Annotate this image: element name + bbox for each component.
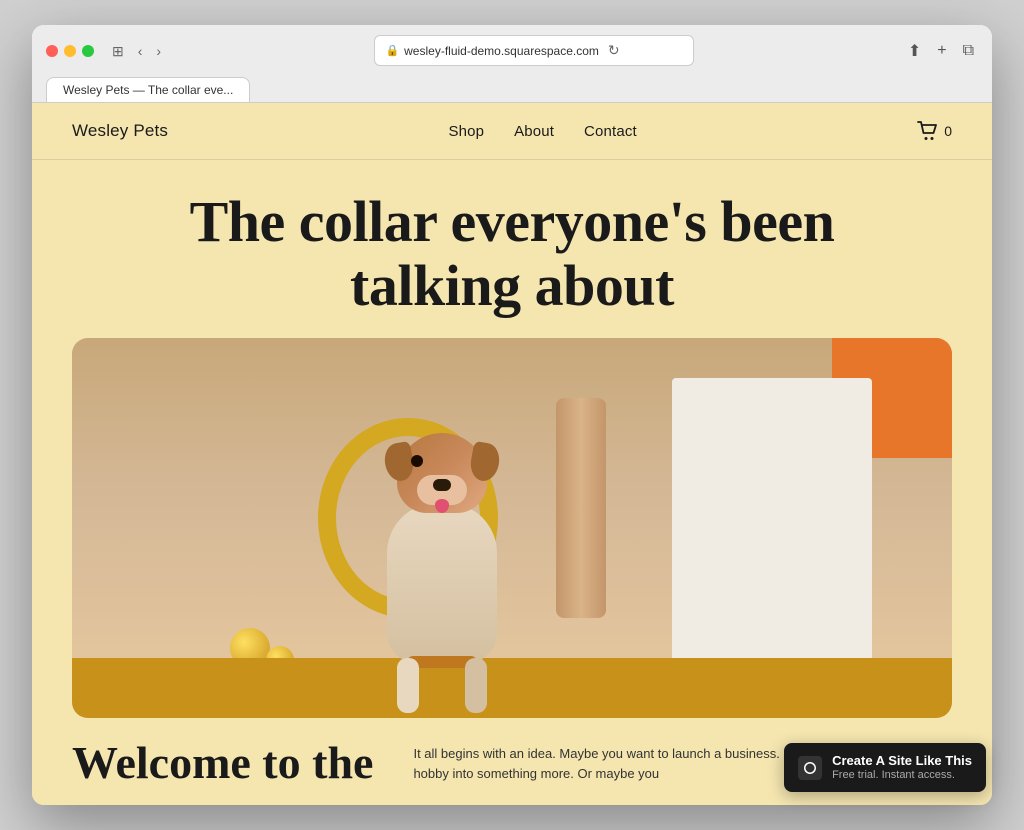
- new-tab-button[interactable]: +: [933, 40, 950, 62]
- hero-title: The collar everyone's been talking about: [72, 190, 952, 318]
- hero-image-scene: [72, 338, 952, 718]
- traffic-lights: [46, 45, 94, 57]
- dog-head: [397, 433, 487, 513]
- site-nav-links: Shop About Contact: [448, 123, 636, 140]
- hero-title-line2: talking about: [350, 253, 674, 318]
- share-button[interactable]: ⬆: [904, 39, 925, 63]
- grid-view-button[interactable]: ⊞: [108, 42, 128, 60]
- address-bar[interactable]: 🔒 wesley-fluid-demo.squarespace.com ↻: [374, 35, 694, 66]
- welcome-line: Welcome to the: [72, 737, 373, 788]
- website-content: Wesley Pets Shop About Contact 0 The col…: [32, 103, 992, 805]
- badge-text: Create A Site Like This Free trial. Inst…: [832, 753, 972, 782]
- forward-button[interactable]: ›: [152, 42, 165, 60]
- hero-image: [72, 338, 952, 718]
- dog-tongue: [435, 499, 449, 513]
- dog-leg-right: [465, 658, 487, 713]
- dog-snout: [417, 475, 467, 505]
- address-bar-wrap: 🔒 wesley-fluid-demo.squarespace.com ↻: [175, 35, 894, 66]
- dog-eye: [411, 455, 423, 467]
- nav-contact[interactable]: Contact: [584, 123, 637, 140]
- nav-about[interactable]: About: [514, 123, 554, 140]
- close-button[interactable]: [46, 45, 58, 57]
- dog-leg-left: [397, 658, 419, 713]
- browser-tab[interactable]: Wesley Pets — The collar eve...: [46, 77, 250, 102]
- dog-body: [387, 503, 497, 663]
- windows-button[interactable]: ⧉: [959, 40, 978, 62]
- floor: [72, 658, 952, 718]
- squarespace-logo: [798, 756, 822, 780]
- squarespace-badge[interactable]: Create A Site Like This Free trial. Inst…: [784, 743, 986, 792]
- browser-actions: ⬆ + ⧉: [904, 39, 978, 63]
- dog: [387, 503, 497, 663]
- reload-button[interactable]: ↻: [604, 40, 624, 61]
- cart-area[interactable]: 0: [917, 121, 952, 141]
- browser-top-bar: ⊞ ‹ › 🔒 wesley-fluid-demo.squarespace.co…: [46, 35, 978, 66]
- lock-icon: 🔒: [385, 44, 399, 57]
- maximize-button[interactable]: [82, 45, 94, 57]
- badge-sub-text: Free trial. Instant access.: [832, 769, 972, 782]
- hero-section: The collar everyone's been talking about: [32, 160, 992, 338]
- welcome-text: Welcome to the: [72, 738, 373, 795]
- cart-count: 0: [944, 123, 952, 139]
- browser-chrome: ⊞ ‹ › 🔒 wesley-fluid-demo.squarespace.co…: [32, 25, 992, 103]
- cart-icon: [917, 121, 939, 141]
- site-nav: Wesley Pets Shop About Contact 0: [32, 103, 992, 160]
- minimize-button[interactable]: [64, 45, 76, 57]
- cardboard-roll: [556, 398, 606, 618]
- browser-controls: ⊞ ‹ ›: [108, 42, 165, 60]
- browser-window: ⊞ ‹ › 🔒 wesley-fluid-demo.squarespace.co…: [32, 25, 992, 805]
- nav-shop[interactable]: Shop: [448, 123, 484, 140]
- badge-main-text: Create A Site Like This: [832, 753, 972, 769]
- back-button[interactable]: ‹: [134, 42, 147, 60]
- browser-tab-bar: Wesley Pets — The collar eve...: [46, 74, 978, 102]
- white-panel: [672, 378, 872, 678]
- url-text: wesley-fluid-demo.squarespace.com: [404, 44, 599, 58]
- dog-nose: [433, 479, 451, 491]
- site-logo[interactable]: Wesley Pets: [72, 121, 168, 141]
- hero-title-line1: The collar everyone's been: [190, 189, 835, 254]
